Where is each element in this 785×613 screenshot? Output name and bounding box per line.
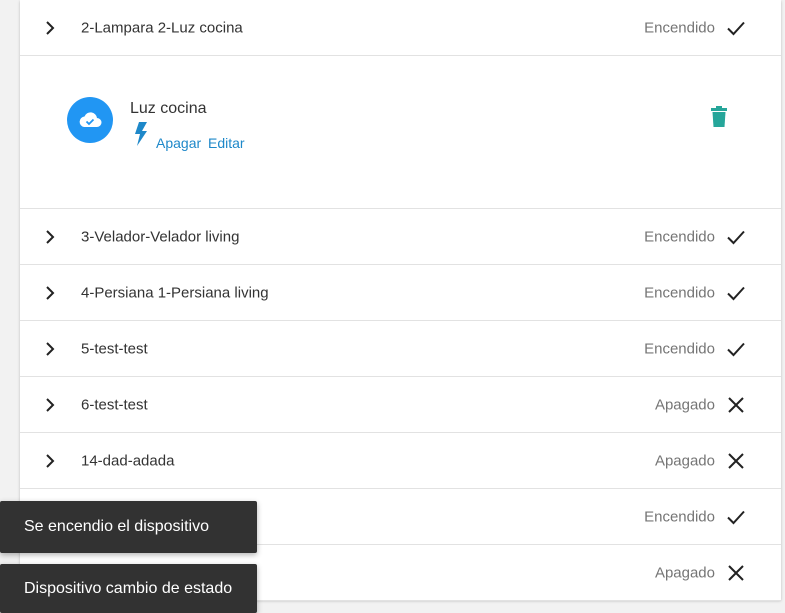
device-row[interactable]: 6-test-test Apagado [20,377,781,433]
toast-notification: Se encendio el dispositivo [0,501,257,553]
device-status: Encendido [644,340,715,357]
toast-message: Se encendio el dispositivo [24,518,210,535]
close-icon [728,564,744,581]
device-label: 5-test-test [81,340,148,357]
device-row[interactable]: 2-Lampara 2-Luz cocina Encendido [20,0,781,56]
device-label: 14-dad-adada [81,452,175,469]
edit-link[interactable]: Editar [208,135,245,151]
device-label: 4-Persiana 1-Persiana living [81,284,269,301]
chevron-right-icon[interactable] [44,229,56,244]
device-status: Encendido [644,19,715,36]
close-icon [728,396,744,413]
device-name: Luz cocina [130,100,207,117]
device-status: Apagado [654,396,715,413]
cloud-check-icon [79,112,102,127]
toast-message: Dispositivo cambio de estado [24,579,233,597]
bolt-icon [135,122,147,146]
device-detail: Luz cocina Apagar Editar [20,55,781,209]
device-label: 3-Velador-Velador living [81,228,240,245]
device-status: Apagado [654,452,715,469]
toggle-power-link[interactable]: Apagar [156,135,201,151]
check-icon [727,286,745,300]
chevron-right-icon[interactable] [44,341,56,356]
toast-notification: Dispositivo cambio de estado [0,564,257,613]
device-status: Apagado [654,564,715,581]
chevron-right-icon[interactable] [44,453,56,468]
check-icon [727,510,745,524]
device-label: 2-Lampara 2-Luz cocina [81,19,243,36]
trash-icon[interactable] [710,106,728,128]
device-label: 6-test-test [81,396,148,413]
device-status: Encendido [644,508,715,525]
check-icon [727,230,745,244]
device-row[interactable]: 4-Persiana 1-Persiana living Encendido [20,265,781,321]
device-row[interactable]: 14-dad-adada Apagado [20,433,781,489]
device-status: Encendido [644,284,715,301]
device-row[interactable]: 5-test-test Encendido [20,321,781,377]
chevron-right-icon[interactable] [44,397,56,412]
device-avatar [67,97,113,143]
check-icon [727,342,745,356]
chevron-right-icon[interactable] [44,20,56,35]
device-status: Encendido [644,228,715,245]
chevron-right-icon[interactable] [44,285,56,300]
device-row[interactable]: 3-Velador-Velador living Encendido [20,209,781,265]
close-icon [728,452,744,469]
check-icon [727,21,745,35]
